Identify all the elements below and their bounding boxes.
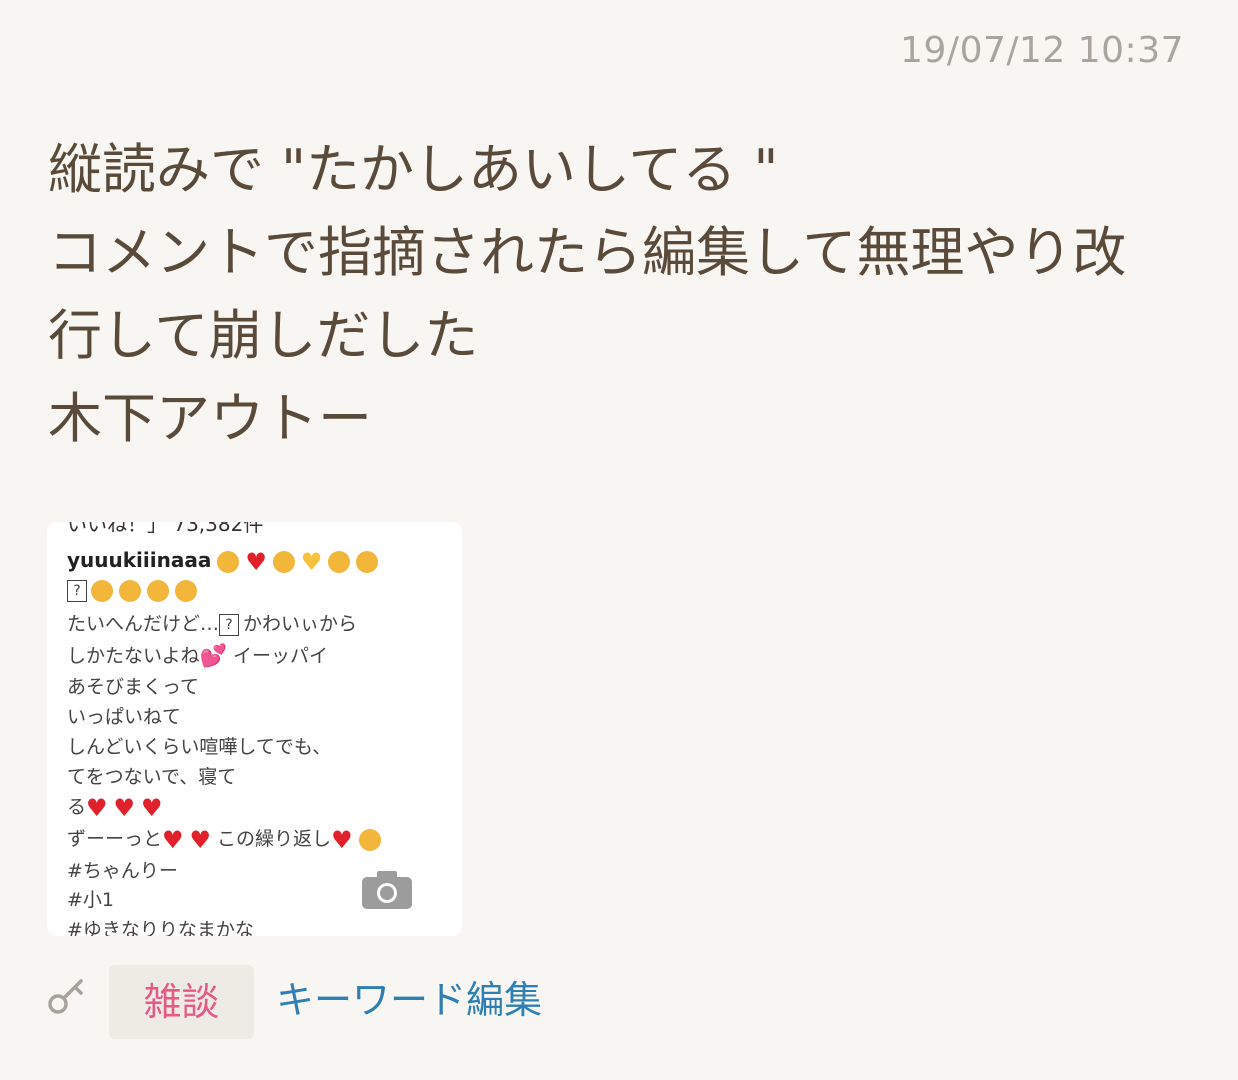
image-caption-line: ?	[67, 579, 203, 602]
post-line: コメントで指摘されたら編集して無理やり改	[48, 221, 1127, 284]
yellow-heart-emoji-icon: ♥	[300, 547, 323, 576]
key-icon	[48, 979, 83, 1014]
image-caption-line: てをつないで、寝て	[67, 766, 237, 788]
image-caption-line: いっぱいねて	[67, 706, 182, 728]
image-text: る	[67, 796, 87, 818]
smile-emoji-icon	[217, 550, 240, 573]
post-line: 行して崩しだした	[48, 304, 479, 367]
image-text: たいへんだけど…	[67, 613, 220, 635]
image-caption-line: る♥ ♥ ♥	[67, 792, 169, 822]
image-caption-line: #ちゃんりー	[67, 860, 178, 882]
image-caption-line: yuuukiiinaaa ♥ ♥	[67, 547, 384, 576]
sad-emoji-icon	[147, 579, 169, 602]
image-cut-text: いいね！」 73,382件	[67, 522, 264, 536]
heart-emoji-icon: ♥	[245, 547, 267, 576]
sad-emoji-icon	[175, 579, 197, 602]
post-timestamp: 19/07/12 10:37	[900, 30, 1184, 71]
heart-emoji-icon: ♥	[141, 793, 163, 822]
heart-emoji-icon: ♥	[331, 825, 353, 854]
smile-emoji-icon	[356, 550, 379, 573]
image-caption-line: #ゆきなりりなまかな	[67, 919, 254, 936]
laughing-emoji-icon	[358, 828, 381, 851]
sad-emoji-icon	[91, 579, 113, 602]
post-line: 木下アウトー	[48, 387, 372, 450]
pink-hearts-emoji-icon: 💕	[199, 643, 228, 669]
image-text: イーッパイ	[233, 645, 329, 667]
heart-emoji-icon: ♥	[86, 793, 108, 822]
unknown-glyph-icon: ?	[219, 613, 240, 636]
image-caption-line: ずーーっと♥ ♥ この繰り返し♥	[67, 824, 387, 854]
kiss-emoji-icon	[328, 550, 351, 573]
attached-image[interactable]: いいね！」 73,382件 yuuukiiinaaa ♥ ♥ ? たいへんだけど……	[47, 522, 462, 936]
post-line: 縦読みで "たかしあいしてる "	[48, 138, 779, 201]
unknown-glyph-icon: ?	[67, 579, 87, 602]
keyword-tag[interactable]: 雑談	[109, 965, 254, 1039]
image-username: yuuukiiinaaa	[67, 548, 212, 572]
image-caption-line: しかたないよね💕 イーッパイ	[67, 641, 328, 668]
image-text: この繰り返し	[217, 828, 332, 850]
edit-keywords-link[interactable]: キーワード編集	[276, 972, 542, 1028]
heart-emoji-icon: ♥	[162, 825, 184, 854]
image-caption-line: たいへんだけど…? かわいぃから	[67, 609, 357, 636]
heart-emoji-icon: ♥	[189, 825, 212, 854]
crying-emoji-icon	[119, 579, 141, 602]
image-text: ずーーっと	[67, 828, 163, 850]
post-body: 縦読みで "たかしあいしてる " コメントで指摘されたら編集して無理やり改 行し…	[48, 128, 1178, 460]
image-caption-line: #小1	[67, 889, 115, 911]
image-caption-line: あそびまくって	[67, 676, 200, 698]
heart-emoji-icon: ♥	[113, 793, 136, 822]
image-text: しかたないよね	[67, 645, 200, 667]
raised-hands-emoji-icon	[272, 550, 295, 573]
camera-icon[interactable]	[361, 870, 413, 910]
image-text: かわいぃから	[243, 613, 358, 635]
image-caption-line: しんどいくらい喧嘩してでも、	[67, 736, 332, 758]
